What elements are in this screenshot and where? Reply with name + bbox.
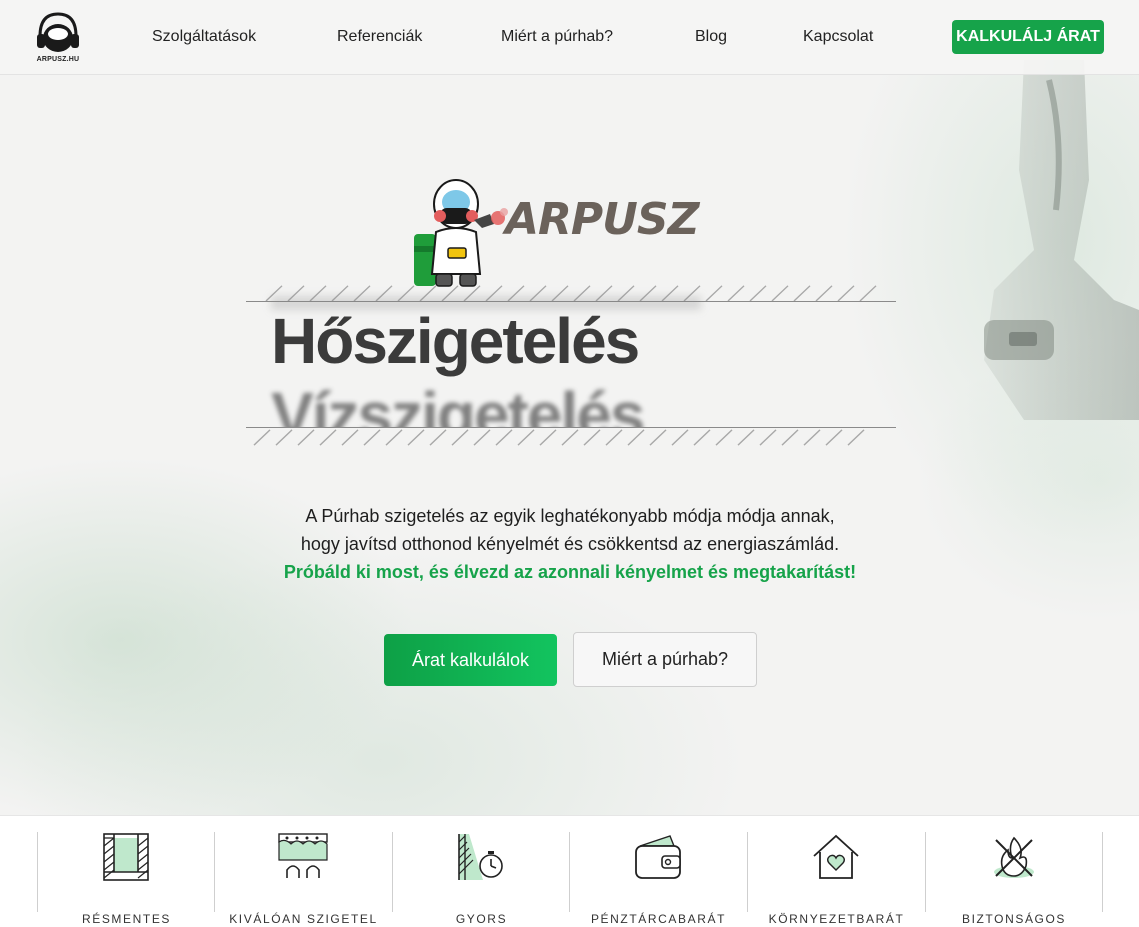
hero-description: A Púrhab szigetelés az egyik leghatékony… [240,502,900,586]
description-line-2: hogy javítsd otthonod kényelmét és csökk… [300,534,840,554]
feature-kornyezetbarat: KÖRNYEZETBARÁT [747,832,925,926]
wall-gap-icon [103,833,149,881]
why-purhab-button[interactable]: Miért a púrhab? [573,632,757,687]
calculate-price-button[interactable]: KALKULÁLJ ÁRAT [952,20,1104,54]
features-bar: RÉSMENTES KIVÁLÓAN SZIGETEL GYORS PÉNZTÁ… [0,815,1139,927]
nav-item-kapcsolat[interactable]: Kapcsolat [803,28,873,46]
headline-secondary: Vízszigetelés [271,379,645,427]
nav-item-blog[interactable]: Blog [695,28,727,46]
feature-label: GYORS [455,912,508,926]
mascot-helmet-icon [37,12,79,52]
headline-bottom-rule [246,427,896,446]
feature-label: KIVÁLÓAN SZIGETEL [229,912,378,926]
nav-item-szolgaltatasok[interactable]: Szolgáltatások [152,28,256,46]
feature-kivaloan-szigetel: KIVÁLÓAN SZIGETEL [214,832,392,926]
nav-item-referenciak[interactable]: Referenciák [337,28,422,46]
headline-secondary-wrap: Vízszigetelés [246,376,896,427]
feature-label: KÖRNYEZETBARÁT [768,912,905,926]
headline-primary: Hőszigetelés [271,305,640,377]
stopwatch-icon [458,834,503,880]
site-logo[interactable]: ARPUSZ.HU [34,10,82,66]
feature-biztonsagos: BIZTONSÁGOS [925,832,1103,926]
description-line-1: A Púrhab szigetelés az egyik leghatékony… [305,506,835,526]
mascot-logo-illustration: ARPUSZ [414,179,702,287]
feature-label: BIZTONSÁGOS [961,912,1067,926]
no-fire-icon [994,836,1034,878]
feature-penztarcabarat: PÉNZTÁRCABARÁT [569,832,747,926]
feature-label: RÉSMENTES [81,912,172,926]
spray-machine-image [984,60,1139,420]
logo-text: ARPUSZ.HU [36,56,80,63]
eco-house-icon [813,834,859,879]
foam-layer-icon [278,833,328,878]
feature-gyors: GYORS [392,832,570,926]
calculate-price-hero-button[interactable]: Árat kalkulálok [384,634,557,686]
site-header: ARPUSZ.HU Szolgáltatások Referenciák Mié… [0,0,1139,75]
wallet-icon [635,835,681,879]
hero-logo-text: ARPUSZ [502,194,701,245]
nav-item-miert-a-purhab[interactable]: Miért a púrhab? [501,28,613,46]
feature-resmentes: RÉSMENTES [37,832,215,926]
feature-label: PÉNZTÁRCABARÁT [590,912,727,926]
description-highlight: Próbáld ki most, és élvezd az azonnali k… [283,562,857,582]
